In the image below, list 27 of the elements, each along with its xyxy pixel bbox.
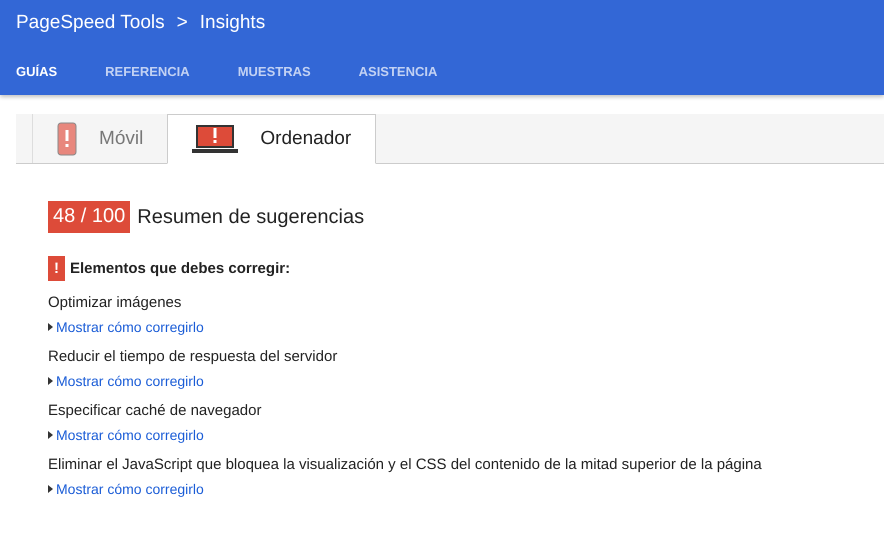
section-heading: Elementos que debes corregir: (70, 260, 290, 277)
rule-name: Optimizar imágenes (48, 294, 182, 311)
score-badge: 48 / 100 (48, 201, 130, 233)
expand-icon (48, 323, 53, 331)
expand-icon (48, 485, 53, 493)
show-fix-link[interactable]: Mostrar cómo corregirlo (56, 427, 204, 443)
expand-icon (48, 377, 53, 385)
nav-tab[interactable]: GUÍAS (16, 64, 58, 78)
laptop-icon (192, 124, 238, 154)
warning-badge: ! (48, 256, 65, 281)
summary-title: Resumen de sugerencias (137, 206, 364, 228)
device-tab[interactable]: Ordenador (167, 114, 376, 164)
show-fix-link[interactable]: Mostrar cómo corregirlo (56, 373, 204, 389)
expand-icon (48, 431, 53, 439)
nav-tab[interactable]: MUESTRAS (238, 64, 311, 78)
show-fix-link[interactable]: Mostrar cómo corregirlo (56, 481, 204, 497)
site-link[interactable]: PageSpeed Tools (16, 12, 165, 34)
breadcrumb-separator: > (176, 12, 188, 34)
rule-name: Reducir el tiempo de respuesta del servidor (48, 348, 338, 365)
device-tab[interactable]: Móvil (32, 114, 168, 163)
show-fix-link[interactable]: Mostrar cómo corregirlo (56, 319, 204, 335)
phone-icon (57, 122, 77, 156)
nav-tab[interactable]: REFERENCIA (105, 64, 190, 78)
nav-tab[interactable]: ASISTENCIA (358, 64, 438, 78)
rule-name: Eliminar el JavaScript que bloquea la visualización y el CSS del contenido de la mitad superior de la página (48, 456, 763, 473)
rule-name: Especificar caché de navegador (48, 402, 262, 419)
page-title: Insights (200, 12, 266, 34)
